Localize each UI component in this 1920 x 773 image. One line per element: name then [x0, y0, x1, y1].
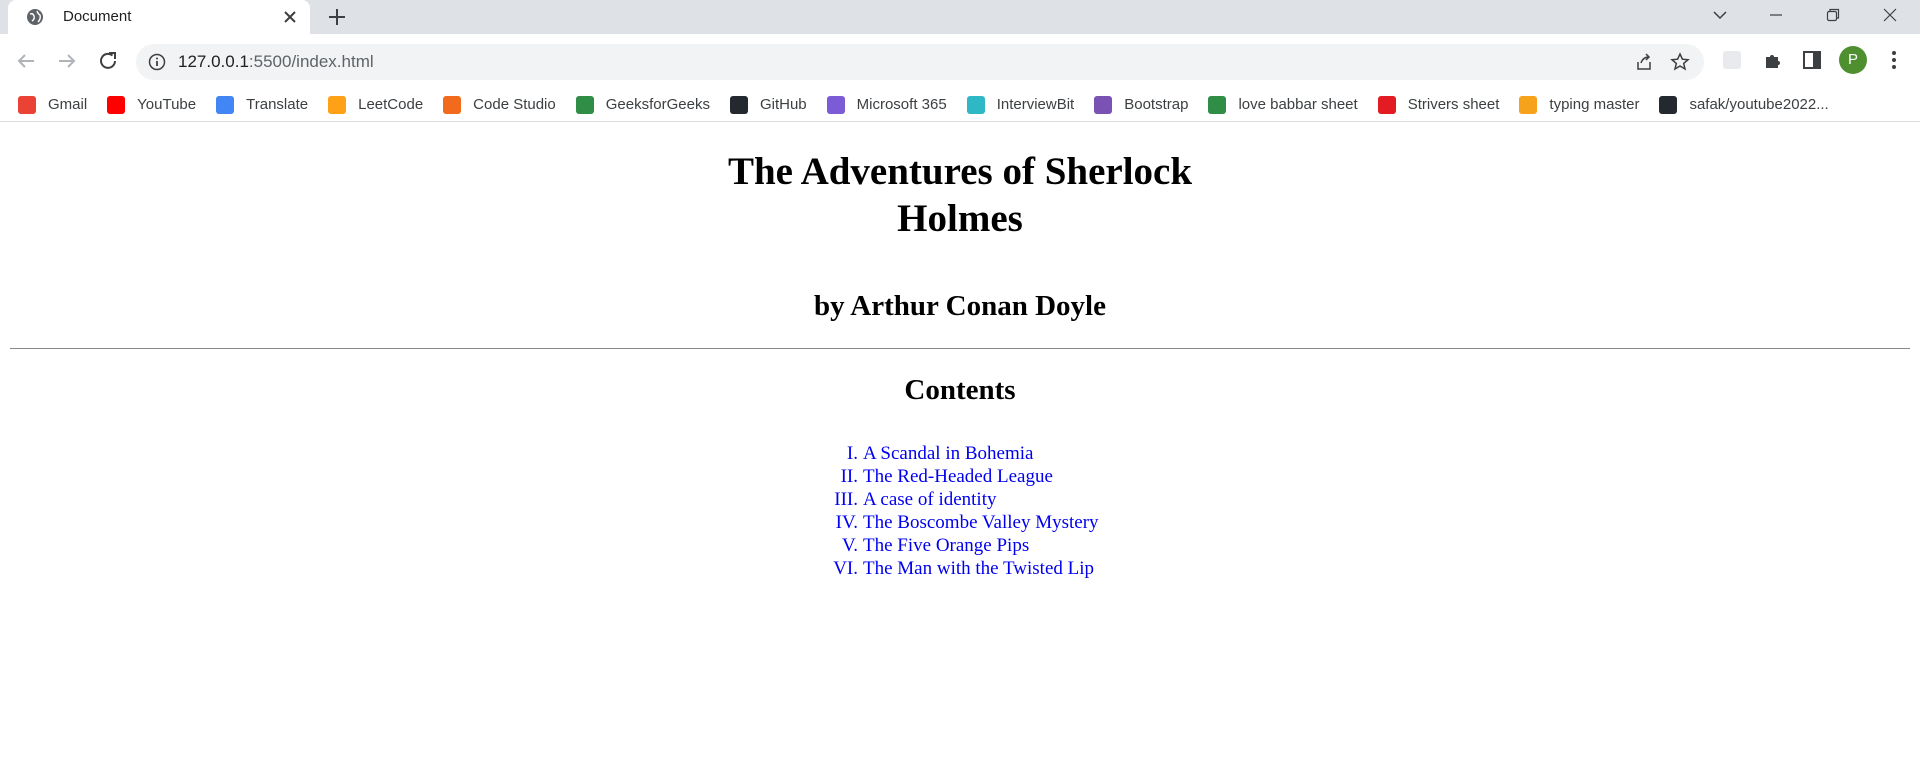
bootstrap-icon — [1094, 95, 1113, 114]
minimize-icon — [1770, 14, 1782, 16]
contents-heading: Contents — [904, 374, 1016, 406]
translate-icon — [216, 95, 235, 114]
bookmark-item[interactable]: typing master — [1519, 95, 1640, 114]
gmail-icon — [18, 95, 36, 114]
bookmark-label: Strivers sheet — [1407, 96, 1500, 113]
list-item: III. A case of identity — [820, 488, 1099, 511]
bookmark-star-icon[interactable] — [1670, 52, 1690, 72]
close-tab-icon[interactable] — [280, 7, 300, 27]
chapter-number: VI. — [833, 558, 858, 579]
bookmark-label: Microsoft 365 — [856, 96, 947, 113]
url-path: :5500/index.html — [248, 52, 374, 71]
chapter-link[interactable]: A Scandal in Bohemia — [863, 442, 1033, 465]
author-heading: by Arthur Conan Doyle — [814, 290, 1106, 322]
chapter-number: IV. — [835, 512, 858, 533]
side-panel-icon[interactable] — [1801, 49, 1823, 71]
bookmark-item[interactable]: GeeksforGeeks — [575, 95, 710, 114]
github-icon — [729, 95, 748, 114]
bookmarks-bar: Gmail YouTube Translate LeetCode Code Studio… — [0, 88, 1920, 122]
close-window-button[interactable] — [1862, 0, 1918, 30]
bookmark-label: InterviewBit — [996, 96, 1075, 113]
bookmark-label: safak/youtube2022... — [1689, 96, 1829, 113]
bookmark-item[interactable]: GitHub — [729, 95, 807, 114]
bookmark-label: Translate — [246, 96, 309, 113]
page-content: The Adventures of Sherlock Holmes by Art… — [0, 122, 1920, 772]
list-item: V. The Five Orange Pips — [820, 534, 1099, 557]
restore-icon — [1826, 8, 1840, 22]
interviewbit-icon — [966, 95, 985, 114]
leetcode-icon — [328, 95, 347, 114]
minimize-button[interactable] — [1748, 0, 1804, 30]
tab-strip: Document — [0, 0, 1920, 34]
bookmark-item[interactable]: Gmail — [18, 95, 88, 114]
microsoft365-icon — [826, 95, 845, 114]
list-item: IV. The Boscombe Valley Mystery — [820, 511, 1099, 534]
forward-arrow-icon[interactable] — [55, 49, 79, 73]
list-item: II. The Red-Headed League — [820, 465, 1099, 488]
browser-toolbar: 127.0.0.1:5500/index.html P — [0, 34, 1920, 88]
codestudio-icon — [443, 95, 462, 114]
bookmark-item[interactable]: InterviewBit — [966, 95, 1075, 114]
bookmark-item[interactable]: LeetCode — [328, 95, 424, 114]
bookmark-item[interactable]: YouTube — [107, 95, 197, 114]
chapter-link[interactable]: The Five Orange Pips — [863, 534, 1029, 557]
bookmark-label: typing master — [1549, 96, 1640, 113]
chapter-link[interactable]: A case of identity — [863, 488, 997, 511]
geeksforgeeks-icon — [575, 95, 594, 114]
chevron-down-icon — [1713, 11, 1727, 20]
bookmark-label: Gmail — [48, 96, 88, 113]
divider — [10, 348, 1910, 349]
page-title-text: The Adventures of Sherlock Holmes — [727, 150, 1193, 240]
chapter-link[interactable]: The Man with the Twisted Lip — [863, 557, 1094, 580]
chapter-link[interactable]: The Red-Headed League — [863, 465, 1053, 488]
chapter-number: V. — [841, 535, 858, 556]
page-title: The Adventures of Sherlock Holmes — [0, 148, 1920, 242]
bookmark-item[interactable]: Strivers sheet — [1377, 95, 1500, 114]
bookmark-item[interactable]: Bootstrap — [1094, 95, 1189, 114]
url-host: 127.0.0.1 — [178, 52, 249, 71]
address-bar[interactable]: 127.0.0.1:5500/index.html — [136, 44, 1704, 80]
bookmark-item[interactable]: love babbar sheet — [1208, 95, 1358, 114]
bookmark-label: YouTube — [137, 96, 197, 113]
github-icon — [1659, 95, 1678, 114]
tuf-icon — [1377, 95, 1396, 114]
chapter-number: I. — [846, 443, 858, 464]
chapter-link[interactable]: The Boscombe Valley Mystery — [863, 511, 1099, 534]
youtube-icon — [107, 95, 126, 114]
bookmark-label: Code Studio — [473, 96, 556, 113]
restore-button[interactable] — [1805, 0, 1861, 30]
bookmark-label: GeeksforGeeks — [605, 96, 710, 113]
bookmark-item[interactable]: safak/youtube2022... — [1659, 95, 1829, 114]
bookmark-item[interactable]: Code Studio — [443, 95, 556, 114]
more-menu-icon[interactable] — [1883, 49, 1905, 71]
bookmark-label: love babbar sheet — [1238, 96, 1358, 113]
extensions-puzzle-icon[interactable] — [1762, 49, 1784, 71]
list-item: VI. The Man with the Twisted Lip — [820, 557, 1099, 580]
bookmark-label: LeetCode — [358, 96, 424, 113]
bookmark-item[interactable]: Translate — [216, 95, 309, 114]
bookmark-item[interactable]: Microsoft 365 — [826, 95, 947, 114]
url-text: 127.0.0.1:5500/index.html — [178, 52, 374, 72]
profile-avatar[interactable]: P — [1839, 46, 1867, 74]
geeksforgeeks-icon — [1208, 95, 1227, 114]
back-arrow-icon[interactable] — [14, 49, 38, 73]
info-icon[interactable] — [148, 53, 166, 71]
tab-title: Document — [63, 8, 132, 25]
reload-icon[interactable] — [96, 49, 120, 73]
chapter-number: II. — [840, 466, 858, 487]
share-icon[interactable] — [1634, 52, 1654, 72]
table-of-contents: I. A Scandal in Bohemia II. The Red-Headed … — [820, 442, 1099, 580]
globe-icon — [27, 9, 43, 25]
new-tab-icon[interactable] — [326, 6, 348, 28]
chapter-number: III. — [834, 489, 858, 510]
bookmark-label: Bootstrap — [1124, 96, 1189, 113]
browser-tab[interactable]: Document — [8, 0, 310, 34]
typingmaster-icon — [1519, 95, 1538, 114]
extension-placeholder-icon[interactable] — [1721, 49, 1743, 71]
bookmark-label: GitHub — [759, 96, 807, 113]
tab-search-button[interactable] — [1692, 0, 1748, 30]
close-icon — [1883, 8, 1897, 22]
list-item: I. A Scandal in Bohemia — [820, 442, 1099, 465]
